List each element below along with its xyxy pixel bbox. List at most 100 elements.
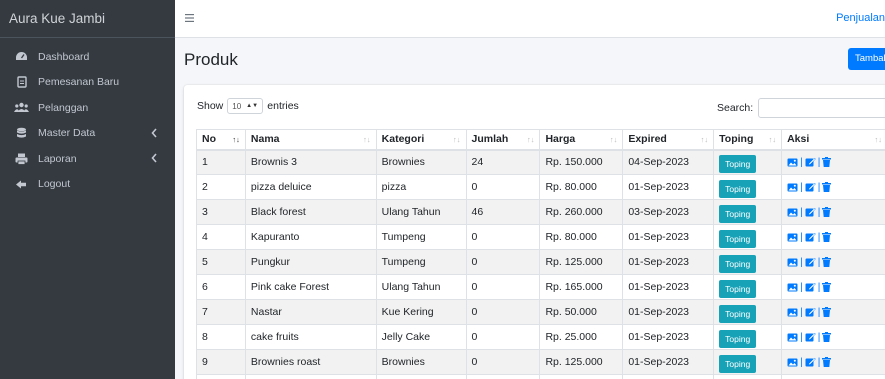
separator: | — [800, 281, 803, 293]
print-icon — [14, 153, 29, 165]
separator: | — [800, 156, 803, 168]
entries-select[interactable]: 10 ▲▼ — [227, 98, 264, 114]
sidebar-item-dashboard[interactable]: Dashboard — [0, 44, 175, 70]
column-header-no[interactable]: No ↑↓ — [196, 129, 246, 151]
action-icons: | | — [787, 332, 882, 343]
toping-button[interactable]: Toping — [719, 304, 757, 323]
toping-button[interactable]: Toping — [719, 204, 757, 223]
image-icon[interactable] — [787, 333, 798, 342]
edit-icon[interactable] — [805, 282, 816, 292]
trash-icon[interactable] — [822, 207, 832, 217]
toping-button[interactable]: Toping — [719, 179, 757, 198]
cell-harga: Rp. 25.000 — [539, 324, 624, 350]
cell-no: 9 — [196, 349, 246, 375]
sidebar-item-laporan[interactable]: Laporan — [0, 146, 175, 172]
search-input[interactable] — [758, 98, 885, 118]
cell-no: 1 — [196, 149, 246, 175]
cell-kategori: Ulang Tahun — [375, 199, 467, 225]
trash-icon[interactable] — [822, 282, 832, 292]
cell-no: 8 — [196, 324, 246, 350]
cell-kategori: Brownies — [375, 149, 467, 175]
cell-toping: Toping — [713, 299, 783, 325]
image-icon[interactable] — [787, 183, 798, 192]
users-icon — [14, 102, 29, 114]
cell-aksi: | | — [781, 274, 885, 300]
nav-link-penjualan[interactable]: Penjualan — [836, 12, 885, 24]
trash-icon[interactable] — [822, 232, 832, 242]
cell-kategori: Jelly Cake — [375, 324, 467, 350]
sort-asc-icon: ↑↓ — [232, 135, 240, 144]
cell-aksi: | | — [781, 149, 885, 175]
trash-icon[interactable] — [822, 357, 832, 367]
column-header-toping[interactable]: Toping ↑↓ — [713, 129, 783, 151]
cell-expired: 01-Sep-2023 — [622, 274, 715, 300]
search-label: Search: — [717, 102, 754, 114]
sidebar-item-label: Pemesanan Baru — [38, 76, 120, 89]
show-label: Show — [197, 100, 224, 112]
brand-title[interactable]: Aura Kue Jambi — [0, 0, 175, 38]
toping-button[interactable]: Toping — [719, 154, 757, 173]
cell-expired: 01-Sep-2023 — [622, 299, 715, 325]
separator: | — [817, 331, 821, 343]
cell-jumlah: 24 — [465, 149, 541, 175]
edit-icon[interactable] — [805, 307, 816, 317]
toping-button[interactable]: Toping — [719, 254, 757, 273]
cell-harga: Rp. 50.000 — [539, 299, 624, 325]
edit-icon[interactable] — [805, 207, 816, 217]
cell-aksi: | | — [781, 199, 885, 225]
edit-icon[interactable] — [805, 257, 816, 267]
cell-no: 4 — [196, 224, 246, 250]
edit-icon[interactable] — [805, 332, 816, 342]
separator: | — [800, 256, 803, 268]
column-header-kategori[interactable]: Kategori ↑↓ — [375, 129, 467, 151]
sidebar-item-logout[interactable]: Logout — [0, 172, 175, 198]
toping-button[interactable]: Toping — [719, 229, 757, 248]
image-icon[interactable] — [787, 258, 798, 267]
trash-icon[interactable] — [822, 307, 832, 317]
column-header-nama[interactable]: Nama ↑↓ — [244, 129, 377, 151]
toping-button[interactable]: Toping — [719, 279, 757, 298]
table-body: 1 Brownis 3 Brownies 24 Rp. 150.000 04-S… — [196, 149, 885, 379]
trash-icon[interactable] — [822, 157, 832, 168]
separator: | — [817, 281, 821, 293]
menu-toggle-icon[interactable] — [185, 13, 194, 22]
cell-kategori: Tumpeng — [375, 224, 467, 250]
cell-expired: 01-Sep-2023 — [622, 224, 715, 250]
column-header-harga[interactable]: Harga ↑↓ — [539, 129, 624, 151]
table-row: 8 cake fruits Jelly Cake 0 Rp. 25.000 01… — [196, 324, 885, 350]
database-icon — [14, 127, 29, 139]
toping-button[interactable]: Toping — [719, 354, 757, 373]
separator: | — [800, 206, 803, 218]
image-icon[interactable] — [787, 283, 798, 292]
edit-icon[interactable] — [805, 232, 816, 242]
sidebar-item-pemesanan-baru[interactable]: Pemesanan Baru — [0, 70, 175, 96]
cell-no: 3 — [196, 199, 246, 225]
image-icon[interactable] — [787, 233, 798, 242]
edit-icon[interactable] — [805, 357, 816, 367]
cell-nama: Pungkur — [244, 249, 377, 275]
image-icon[interactable] — [787, 208, 798, 217]
cell-expired: 01-Sep-2023 — [622, 324, 715, 350]
edit-icon[interactable] — [805, 157, 816, 167]
trash-icon[interactable] — [822, 182, 832, 192]
table-row: 2 pizza deluice pizza 0 Rp. 80.000 01-Se… — [196, 174, 885, 200]
add-product-button[interactable]: Tambah — [848, 48, 885, 70]
image-icon[interactable] — [787, 358, 798, 367]
trash-icon[interactable] — [822, 332, 832, 342]
separator: | — [800, 306, 803, 318]
column-header-expired[interactable]: Expired ↑↓ — [622, 129, 715, 151]
image-icon[interactable] — [787, 158, 798, 167]
sidebar-item-label: Laporan — [38, 152, 77, 165]
column-header-aksi[interactable]: Aksi ↑↓ — [781, 129, 885, 151]
cell-nama: Kapuranto — [244, 224, 377, 250]
search-control: Search: — [717, 98, 885, 118]
edit-icon[interactable] — [805, 182, 816, 192]
sort-icon: ↑↓ — [609, 135, 618, 144]
trash-icon[interactable] — [822, 257, 832, 267]
sidebar-item-master-data[interactable]: Master Data — [0, 121, 175, 147]
cell-jumlah: 0 — [465, 224, 541, 250]
image-icon[interactable] — [787, 308, 798, 317]
toping-button[interactable]: Toping — [719, 329, 757, 348]
column-header-jumlah[interactable]: Jumlah ↑↓ — [465, 129, 541, 151]
sidebar-item-pelanggan[interactable]: Pelanggan — [0, 95, 175, 121]
